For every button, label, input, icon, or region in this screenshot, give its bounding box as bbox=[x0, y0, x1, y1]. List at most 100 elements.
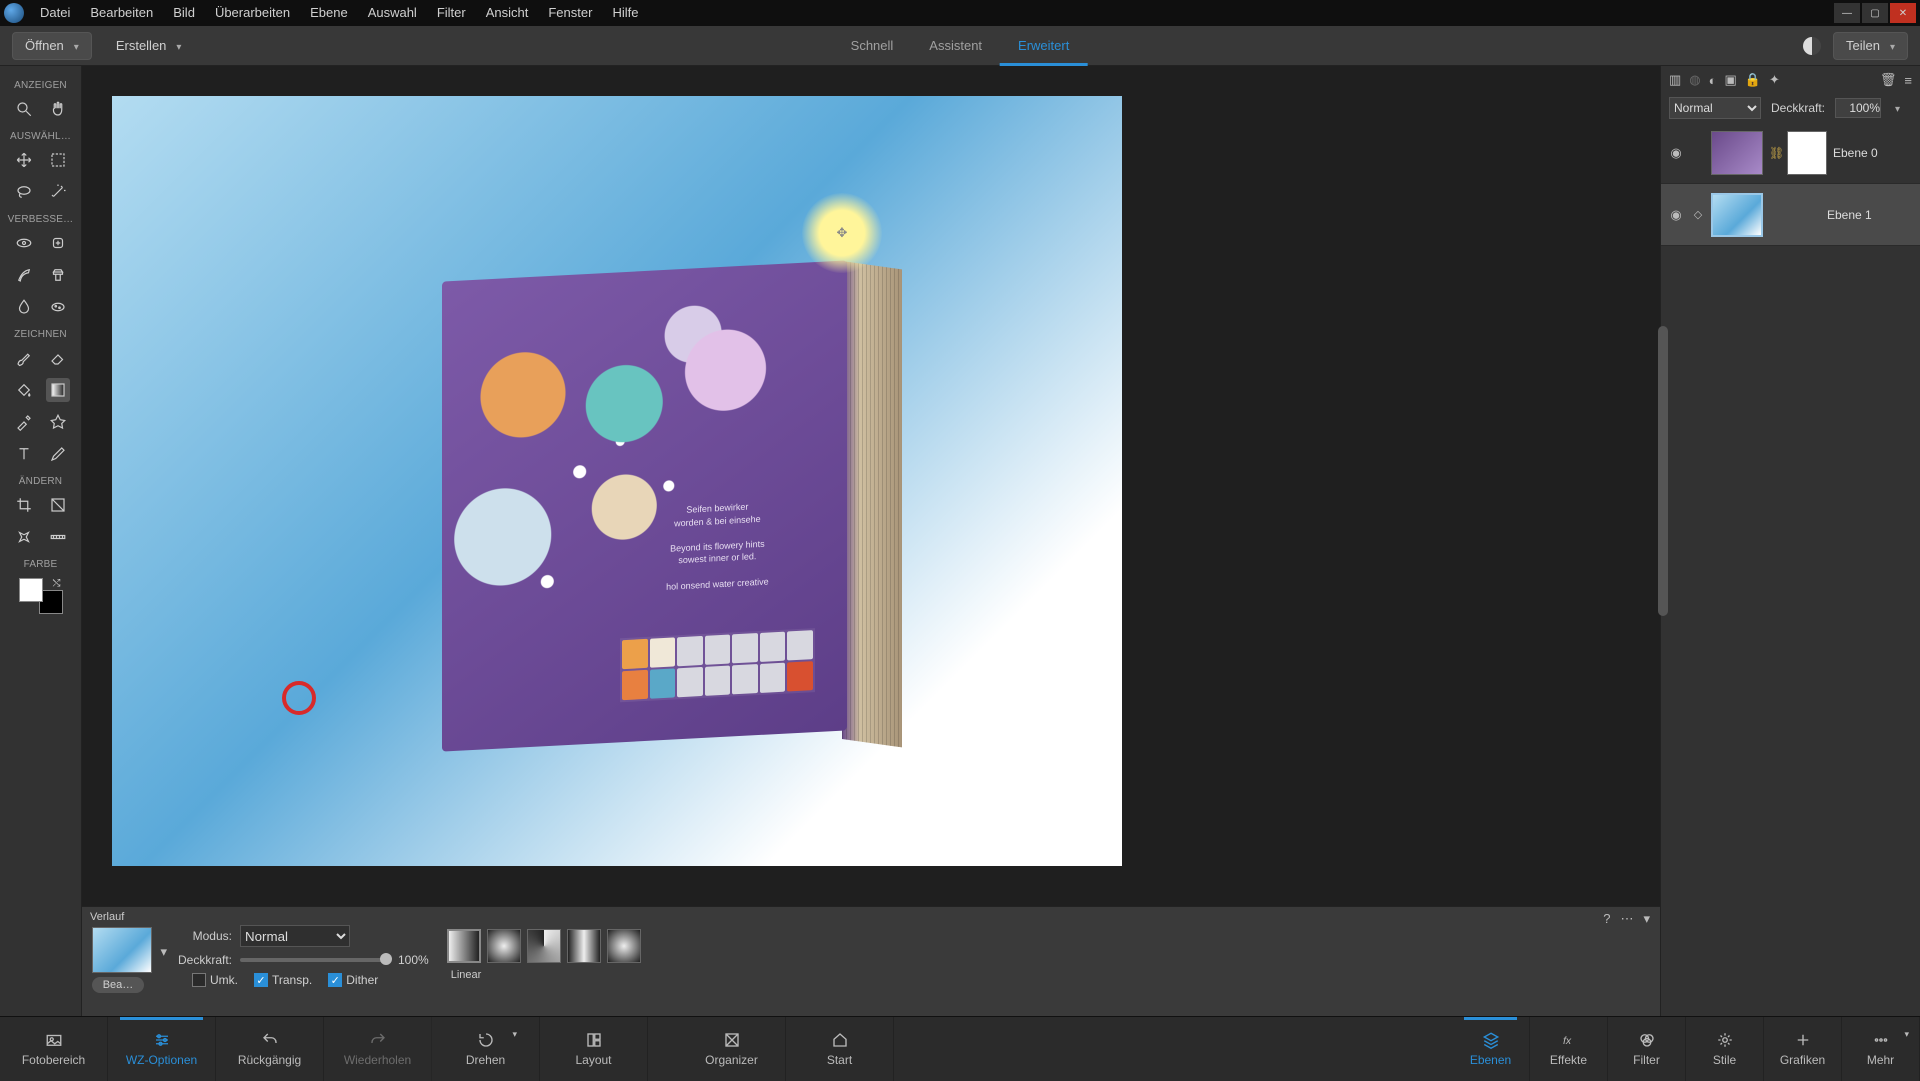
visibility-toggle-icon[interactable]: ◉ bbox=[1667, 145, 1685, 161]
panel-menu-icon[interactable]: ⋯ bbox=[1620, 911, 1633, 927]
menu-ebene[interactable]: Ebene bbox=[300, 0, 358, 26]
menu-hilfe[interactable]: Hilfe bbox=[602, 0, 648, 26]
undo-button[interactable]: Rückgängig bbox=[216, 1017, 324, 1081]
zoom-tool[interactable] bbox=[12, 97, 36, 121]
trash-icon[interactable]: 🗑 bbox=[1880, 72, 1897, 88]
layers-scrollbar[interactable] bbox=[1658, 326, 1668, 616]
collapse-icon[interactable]: ▾ bbox=[1643, 911, 1650, 927]
menu-auswahl[interactable]: Auswahl bbox=[358, 0, 427, 26]
lasso-tool[interactable] bbox=[12, 180, 36, 204]
layer-row-ebene0[interactable]: ◉ ⛓ Ebene 0 bbox=[1661, 122, 1920, 184]
color-swatch[interactable]: ⤭ bbox=[19, 578, 63, 614]
help-icon[interactable]: ? bbox=[1603, 911, 1610, 927]
menu-filter[interactable]: Filter bbox=[427, 0, 476, 26]
mask-icon[interactable]: ▣ bbox=[1725, 72, 1737, 88]
link-icon[interactable]: ⛓ bbox=[1769, 146, 1781, 160]
blend-mode-select[interactable]: Normal bbox=[240, 925, 350, 947]
shape-tool[interactable] bbox=[46, 410, 70, 434]
gradient-preset-picker[interactable] bbox=[92, 927, 152, 973]
opacity-input[interactable] bbox=[1835, 98, 1881, 118]
sponge-tool[interactable] bbox=[46, 295, 70, 319]
content-aware-move-tool[interactable] bbox=[12, 525, 36, 549]
marquee-tool[interactable] bbox=[46, 148, 70, 172]
tool-options-button[interactable]: WZ-Optionen bbox=[108, 1017, 216, 1081]
new-layer-icon[interactable]: ▥ bbox=[1669, 72, 1681, 88]
panel-menu-icon[interactable]: ≡ bbox=[1904, 73, 1912, 88]
graphics-panel-button[interactable]: Grafiken bbox=[1764, 1017, 1842, 1081]
eyedropper-tool[interactable] bbox=[12, 410, 36, 434]
share-button[interactable]: Teilen bbox=[1833, 32, 1908, 60]
tab-assistent[interactable]: Assistent bbox=[911, 26, 1000, 66]
effects-panel-button[interactable]: fxEffekte bbox=[1530, 1017, 1608, 1081]
layer-thumbnail[interactable] bbox=[1711, 193, 1763, 237]
new-group-icon[interactable]: ◍ bbox=[1689, 72, 1700, 88]
move-tool[interactable] bbox=[12, 148, 36, 172]
more-panel-button[interactable]: Mehr▾ bbox=[1842, 1017, 1920, 1081]
fx-icon[interactable]: ✦ bbox=[1769, 72, 1780, 88]
dither-checkbox[interactable]: ✓Dither bbox=[328, 973, 378, 987]
visibility-toggle-icon[interactable]: ◉ bbox=[1667, 207, 1685, 223]
theme-toggle-icon[interactable] bbox=[1803, 37, 1821, 55]
hand-tool[interactable] bbox=[46, 97, 70, 121]
paint-bucket-tool[interactable] bbox=[12, 378, 36, 402]
menu-fenster[interactable]: Fenster bbox=[538, 0, 602, 26]
magic-wand-tool[interactable] bbox=[46, 180, 70, 204]
blur-tool[interactable] bbox=[12, 295, 36, 319]
edit-gradient-button[interactable]: Bea… bbox=[92, 977, 144, 993]
pencil-tool[interactable] bbox=[46, 442, 70, 466]
blend-mode-select[interactable]: Normal bbox=[1669, 97, 1761, 119]
window-minimize-button[interactable]: — bbox=[1834, 3, 1860, 23]
layers-panel-button[interactable]: Ebenen bbox=[1452, 1017, 1530, 1081]
styles-panel-button[interactable]: Stile bbox=[1686, 1017, 1764, 1081]
eraser-tool[interactable] bbox=[46, 346, 70, 370]
reverse-checkbox[interactable]: Umk. bbox=[192, 973, 238, 987]
recompose-tool[interactable] bbox=[46, 493, 70, 517]
gradient-tool[interactable] bbox=[46, 378, 70, 402]
swap-colors-icon[interactable]: ⤭ bbox=[53, 578, 61, 589]
layer-row-ebene1[interactable]: ◉ ◇ Ebene 1 bbox=[1661, 184, 1920, 246]
layer-name[interactable]: Ebene 0 bbox=[1833, 146, 1878, 160]
gradient-type-reflected[interactable] bbox=[567, 929, 601, 963]
menu-bild[interactable]: Bild bbox=[163, 0, 205, 26]
menu-bearbeiten[interactable]: Bearbeiten bbox=[80, 0, 163, 26]
organizer-button[interactable]: Organizer bbox=[678, 1017, 786, 1081]
redo-button[interactable]: Wiederholen bbox=[324, 1017, 432, 1081]
home-button[interactable]: Start bbox=[786, 1017, 894, 1081]
tab-erweitert[interactable]: Erweitert bbox=[1000, 26, 1087, 66]
artboard[interactable]: Seifen bewirkerworden & bei einseheBeyon… bbox=[112, 96, 1122, 866]
window-maximize-button[interactable]: ▢ bbox=[1862, 3, 1888, 23]
tab-schnell[interactable]: Schnell bbox=[833, 26, 912, 66]
layer-mask-thumbnail[interactable] bbox=[1787, 131, 1827, 175]
brush-tool[interactable] bbox=[12, 346, 36, 370]
gradient-type-diamond[interactable] bbox=[607, 929, 641, 963]
photobin-button[interactable]: Fotobereich bbox=[0, 1017, 108, 1081]
crop-tool[interactable] bbox=[12, 493, 36, 517]
gradient-type-angle[interactable] bbox=[527, 929, 561, 963]
redeye-tool[interactable] bbox=[12, 231, 36, 255]
foreground-color[interactable] bbox=[19, 578, 43, 602]
create-button[interactable]: Erstellen bbox=[106, 38, 192, 53]
menu-datei[interactable]: Datei bbox=[30, 0, 80, 26]
lock-indicator-icon[interactable]: ◇ bbox=[1691, 208, 1705, 221]
layer-thumbnail[interactable] bbox=[1711, 131, 1763, 175]
filters-panel-button[interactable]: Filter bbox=[1608, 1017, 1686, 1081]
lock-icon[interactable]: 🔒 bbox=[1745, 72, 1761, 88]
layer-name[interactable]: Ebene 1 bbox=[1827, 208, 1872, 222]
adjustment-layer-icon[interactable]: ◐ bbox=[1709, 73, 1717, 88]
menu-ueberarbeiten[interactable]: Überarbeiten bbox=[205, 0, 300, 26]
chevron-down-icon[interactable] bbox=[1891, 101, 1900, 115]
rotate-button[interactable]: Drehen▾ bbox=[432, 1017, 540, 1081]
layout-button[interactable]: Layout bbox=[540, 1017, 648, 1081]
open-button[interactable]: Öffnen bbox=[12, 32, 92, 60]
type-tool[interactable] bbox=[12, 442, 36, 466]
clone-stamp-tool[interactable] bbox=[46, 263, 70, 287]
spot-heal-tool[interactable] bbox=[46, 231, 70, 255]
gradient-type-linear[interactable] bbox=[447, 929, 481, 963]
window-close-button[interactable]: ✕ bbox=[1890, 3, 1916, 23]
smart-brush-tool[interactable] bbox=[12, 263, 36, 287]
gradient-type-radial[interactable] bbox=[487, 929, 521, 963]
straighten-tool[interactable] bbox=[46, 525, 70, 549]
menu-ansicht[interactable]: Ansicht bbox=[476, 0, 539, 26]
opacity-slider[interactable] bbox=[240, 958, 390, 962]
transparency-checkbox[interactable]: ✓Transp. bbox=[254, 973, 312, 987]
